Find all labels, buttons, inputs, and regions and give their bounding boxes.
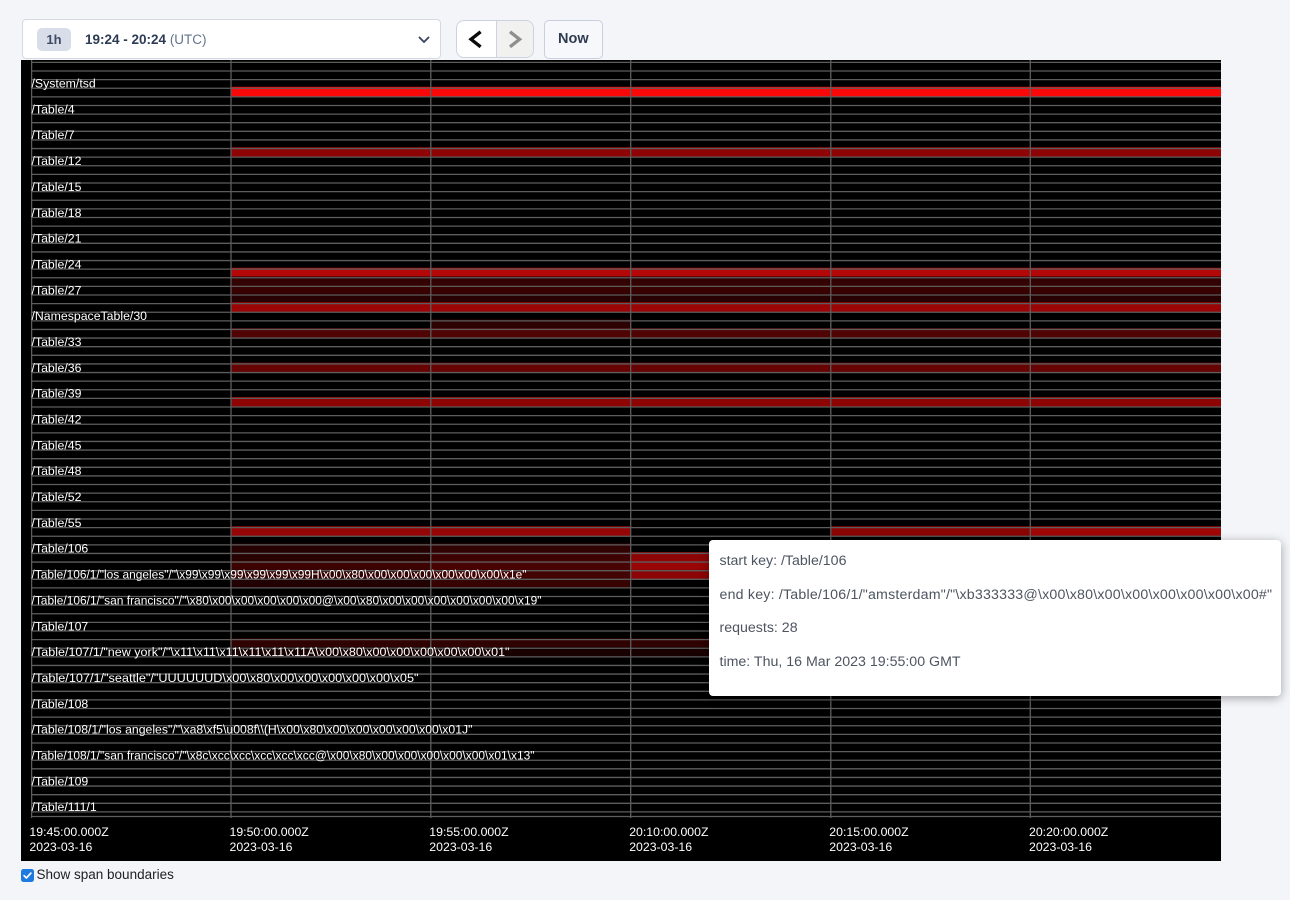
svg-text:/Table/42: /Table/42 <box>32 413 82 427</box>
svg-text:/Table/107/1/"new york"/"\x11\: /Table/107/1/"new york"/"\x11\x11\x11\x1… <box>32 645 510 659</box>
svg-text:/System/tsd: /System/tsd <box>32 77 96 91</box>
svg-text:/Table/12: /Table/12 <box>32 154 82 168</box>
svg-text:/Table/106/1/"los angeles"/"\x: /Table/106/1/"los angeles"/"\x99\x99\x99… <box>32 568 527 582</box>
svg-text:2023-03-16: 2023-03-16 <box>429 840 492 854</box>
svg-text:/Table/36: /Table/36 <box>32 361 82 375</box>
svg-text:/Table/24: /Table/24 <box>32 257 82 271</box>
svg-text:2023-03-16: 2023-03-16 <box>230 840 293 854</box>
svg-text:20:20:00.000Z: 20:20:00.000Z <box>1029 825 1109 839</box>
svg-text:/Table/52: /Table/52 <box>32 490 82 504</box>
svg-text:20:10:00.000Z: 20:10:00.000Z <box>629 825 709 839</box>
svg-text:/Table/111/1: /Table/111/1 <box>32 800 97 814</box>
svg-text:/Table/106/1/"san francisco"/": /Table/106/1/"san francisco"/"\x80\x00\x… <box>32 593 542 607</box>
svg-text:/Table/33: /Table/33 <box>32 335 82 349</box>
svg-text:2023-03-16: 2023-03-16 <box>1029 840 1092 854</box>
svg-text:/Table/45: /Table/45 <box>32 438 82 452</box>
svg-text:19:50:00.000Z: 19:50:00.000Z <box>230 825 310 839</box>
svg-text:/Table/108: /Table/108 <box>32 697 89 711</box>
svg-text:/Table/108/1/"san francisco"/": /Table/108/1/"san francisco"/"\x8c\xcc\x… <box>32 749 535 763</box>
svg-text:/Table/55: /Table/55 <box>32 516 82 530</box>
svg-text:/Table/107/1/"seattle"/"UUUUUU: /Table/107/1/"seattle"/"UUUUUUD\x00\x80\… <box>32 671 419 685</box>
svg-text:20:15:00.000Z: 20:15:00.000Z <box>829 825 909 839</box>
svg-text:2023-03-16: 2023-03-16 <box>29 840 92 854</box>
svg-text:/Table/107: /Table/107 <box>32 619 89 633</box>
svg-text:2023-03-16: 2023-03-16 <box>629 840 692 854</box>
svg-text:/Table/4: /Table/4 <box>32 102 75 116</box>
svg-text:/Table/18: /Table/18 <box>32 206 82 220</box>
svg-text:/Table/21: /Table/21 <box>32 232 82 246</box>
svg-text:/Table/39: /Table/39 <box>32 387 82 401</box>
svg-text:2023-03-16: 2023-03-16 <box>829 840 892 854</box>
svg-text:/Table/106: /Table/106 <box>32 542 89 556</box>
svg-text:/Table/15: /Table/15 <box>32 180 82 194</box>
svg-text:/NamespaceTable/30: /NamespaceTable/30 <box>32 309 148 323</box>
svg-text:/Table/108/1/"los angeles"/"\x: /Table/108/1/"los angeles"/"\xa8\xf5\u00… <box>32 723 473 737</box>
svg-text:/Table/48: /Table/48 <box>32 464 82 478</box>
svg-text:19:55:00.000Z: 19:55:00.000Z <box>429 825 509 839</box>
svg-text:/Table/109: /Table/109 <box>32 774 89 788</box>
svg-text:/Table/27: /Table/27 <box>32 283 82 297</box>
svg-text:/Table/7: /Table/7 <box>32 128 75 142</box>
svg-text:19:45:00.000Z: 19:45:00.000Z <box>29 825 109 839</box>
